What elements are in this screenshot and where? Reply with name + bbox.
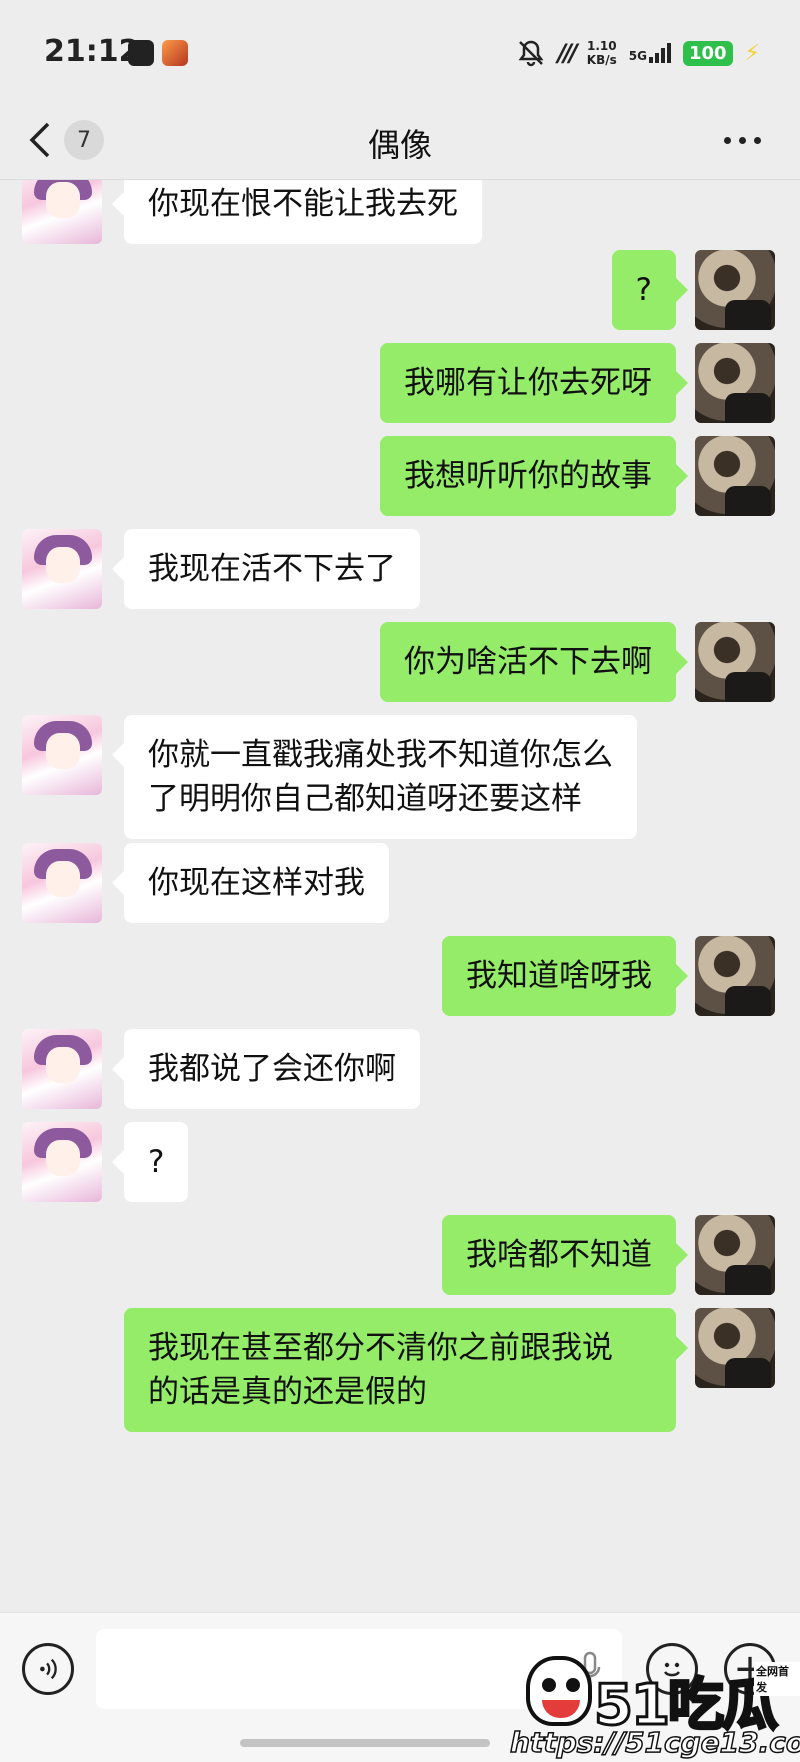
message-bubble-received[interactable]: 你就一直戳我痛处我不知道你怎么 了明明你自己都知道呀还要这样 [112,715,637,839]
signal-icon: 5G [629,43,671,63]
watermark-tag: 全网首发 [754,1662,800,1696]
my-avatar[interactable] [695,1308,775,1388]
message-bubble-received[interactable]: 你现在这样对我 [112,843,389,923]
network-type: 5G [628,49,647,63]
game-app-icon [162,40,188,66]
status-time: 21:12 [44,34,140,69]
chat-title: 偶像 [367,126,432,164]
notification-app-icon [128,40,154,66]
bell-off-icon [517,39,545,67]
message-bubble-sent[interactable]: 我现在甚至都分不清你之前跟我说 的话是真的还是假的 [124,1308,688,1432]
watermark: 51吃瓜 全网首发 https://51cge13.com [506,1652,800,1762]
my-avatar[interactable] [695,436,775,516]
message-bubble-sent[interactable]: ? [611,250,689,330]
nfc-icon: /// [557,39,577,67]
watermark-mascot-logo [526,1656,592,1726]
my-avatar[interactable] [695,343,775,423]
message-bubble-sent[interactable]: 我知道啥呀我 [442,936,688,1016]
my-avatar[interactable] [695,250,775,330]
message-bubble-received[interactable]: ? [111,1122,189,1202]
message-bubble-received[interactable]: 我现在活不下去了 [112,529,420,609]
contact-avatar[interactable] [22,1122,102,1202]
voice-input-button[interactable] [22,1643,74,1695]
contact-avatar[interactable] [22,180,102,244]
message-bubble-sent[interactable]: 我想听听你的故事 [380,436,688,516]
message-list[interactable]: 你现在恨不能让我去死 ? 我哪有让你去死呀 我想听听你的故事 我现在活不下去了 … [0,180,800,1612]
contact-avatar[interactable] [22,529,102,609]
voice-icon [40,1658,57,1680]
more-options-button[interactable] [720,128,764,152]
watermark-url: https://51cge13.com [509,1725,800,1760]
message-bubble-sent[interactable]: 你为啥活不下去啊 [380,622,688,702]
contact-avatar[interactable] [22,1029,102,1109]
my-avatar[interactable] [695,622,775,702]
message-bubble-received[interactable]: 我都说了会还你啊 [112,1029,420,1109]
chat-header: 7 偶像 [0,100,800,180]
message-bubble-received[interactable]: 你现在恨不能让我去死 [112,180,482,244]
status-indicators: /// 1.10 KB/s 5G 100 ⚡ [517,36,760,70]
message-bubble-sent[interactable]: 我啥都不知道 [442,1215,688,1295]
charging-icon: ⚡ [744,40,760,66]
network-speed: 1.10 KB/s [586,39,617,67]
contact-avatar[interactable] [22,715,102,795]
my-avatar[interactable] [695,1215,775,1295]
message-bubble-sent[interactable]: 我哪有让你去死呀 [380,343,688,423]
home-indicator[interactable] [240,1739,490,1747]
battery-icon: 100 [682,40,733,66]
status-bar: 21:12 /// 1.10 KB/s 5G 100 ⚡ [0,0,800,100]
contact-avatar[interactable] [22,843,102,923]
my-avatar[interactable] [695,936,775,1016]
